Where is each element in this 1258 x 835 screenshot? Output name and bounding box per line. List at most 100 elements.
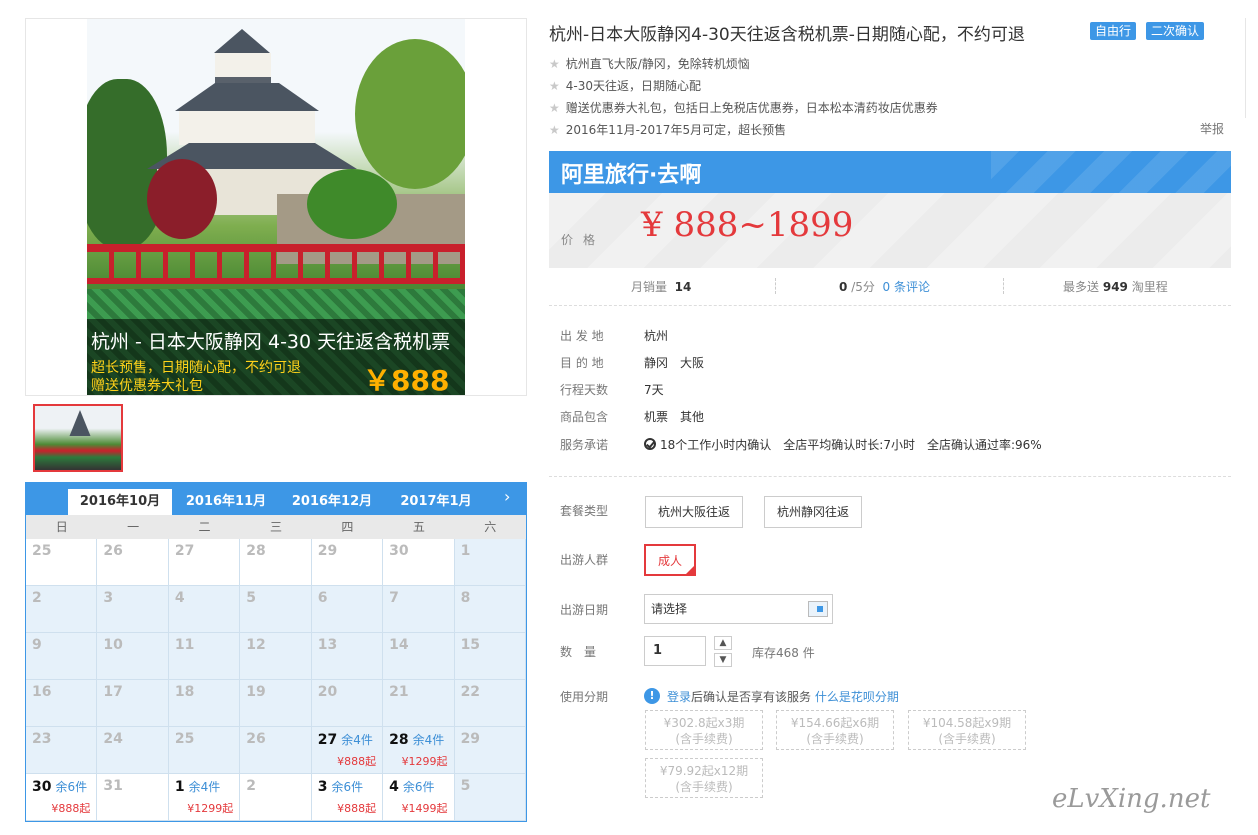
day-number: 25 <box>32 543 52 559</box>
installment-plan-6[interactable]: ¥154.66起x6期 (含手续费) <box>776 710 894 750</box>
installment-plan-9[interactable]: ¥104.58起x9期 (含手续费) <box>908 710 1026 750</box>
day-price: ¥888起 <box>337 802 377 815</box>
star-icon: ★ <box>549 79 560 93</box>
installment-note: 登录后确认是否享有该服务 什么是花呗分期 <box>667 688 899 705</box>
day-stock: 余6件 <box>55 780 88 794</box>
weekday: 六 <box>484 520 497 534</box>
weekday: 四 <box>341 520 354 534</box>
check-circle-icon <box>644 438 656 450</box>
info-departure: 出 发 地 杭州 <box>560 327 668 344</box>
day-stock: 余4件 <box>188 780 221 794</box>
price-label: 价格 <box>561 233 606 247</box>
calendar-day: 1 <box>454 539 526 586</box>
calendar-day: 23 <box>26 727 98 774</box>
quantity-input[interactable]: 1 <box>644 636 706 666</box>
image-caption-price: ￥888 <box>363 364 450 395</box>
tab-month-2017-01[interactable]: 2017年1月 <box>388 489 484 515</box>
main-product-image[interactable]: 杭州 - 日本大阪静冈 4-30 天往返含税机票 超长预售，日期随心配，不约可退… <box>25 18 527 396</box>
calendar-day: 26 <box>97 539 169 586</box>
calendar-day: 5 <box>240 586 312 633</box>
huabei-info-link[interactable]: 什么是花呗分期 <box>815 690 899 704</box>
plan-fee-note: (含手续费) <box>675 780 733 794</box>
quantity-increase-button[interactable]: ▲ <box>714 636 732 650</box>
day-number: 7 <box>389 590 399 606</box>
calendar-day: 21 <box>383 680 455 727</box>
castle-wall <box>215 53 271 83</box>
tab-month-2016-10[interactable]: 2016年10月 <box>68 489 172 515</box>
star-icon: ★ <box>549 57 560 71</box>
installment-text: 后确认是否享有该服务 <box>691 690 812 704</box>
image-caption-sub1: 超长预售，日期随心配，不约可退 <box>91 360 301 376</box>
package-option-osaka[interactable]: 杭州大阪往返 <box>645 496 744 528</box>
thumbnail-1[interactable] <box>33 404 123 472</box>
calendar-day: 25 <box>26 539 98 586</box>
day-number: 6 <box>317 590 328 606</box>
price-calendar: 2016年10月 2016年11月 2016年12月 2017年1月 › 日 一… <box>25 482 527 822</box>
feature-item: ★ 4-30天往返，日期随心配 <box>549 77 701 94</box>
calendar-weekdays: 日 一 二 三 四 五 六 <box>26 515 526 539</box>
report-link[interactable]: 举报 <box>1200 120 1224 137</box>
traveler-option-adult[interactable]: 成人 <box>644 544 697 576</box>
chevron-right-icon[interactable]: › <box>504 487 510 506</box>
day-number: 30 <box>32 779 52 795</box>
installment-plan-12[interactable]: ¥79.92起x12期 (含手续费) <box>645 758 763 798</box>
day-number: 13 <box>317 637 338 653</box>
calendar-day[interactable]: 28 余4件 ¥1299起 <box>383 727 455 774</box>
weekday: 二 <box>198 520 211 534</box>
day-number: 21 <box>389 684 409 700</box>
mileage-suffix: 淘里程 <box>1131 280 1168 294</box>
feature-text: 4-30天往返，日期随心配 <box>565 79 702 93</box>
day-number: 29 <box>317 543 338 559</box>
quantity-label: 数 量 <box>560 645 597 659</box>
calendar-day: 5 <box>454 774 526 821</box>
day-number: 28 <box>246 543 266 559</box>
scrollbar[interactable] <box>1245 18 1253 118</box>
calendar-day: 10 <box>97 633 169 680</box>
info-includes: 商品包含 机票 其他 <box>560 408 704 425</box>
calendar-day[interactable]: 1 余4件 ¥1299起 <box>168 774 241 821</box>
calendar-day[interactable]: 30 余6件 ¥888起 <box>26 774 98 821</box>
info-key: 商品包含 <box>560 410 609 424</box>
day-number: 5 <box>460 778 471 794</box>
calendar-icon[interactable] <box>808 601 828 617</box>
plan-fee-note: (含手续费) <box>675 732 733 746</box>
day-number: 26 <box>246 731 266 747</box>
package-option-shizuoka[interactable]: 杭州静冈往返 <box>764 496 863 528</box>
calendar-day[interactable]: 4 余6件 ¥1499起 <box>383 774 455 821</box>
calendar-day: 30 <box>383 539 455 586</box>
day-price: ¥888起 <box>337 755 377 768</box>
plan-amount: ¥302.8起x3期 <box>663 716 745 730</box>
weekday: 五 <box>412 520 425 534</box>
calendar-day: 19 <box>240 680 312 727</box>
login-link[interactable]: 登录 <box>667 690 691 704</box>
calendar-day: 27 <box>168 539 241 586</box>
day-stock: 余4件 <box>412 733 445 747</box>
feature-text: 2016年11月-2017年5月可定，超长预售 <box>565 123 787 137</box>
tree <box>307 169 397 239</box>
day-number: 4 <box>174 590 185 606</box>
day-number: 15 <box>460 637 481 653</box>
info-value: 7天 <box>644 383 664 397</box>
stock-count: 库存468 件 <box>752 646 815 660</box>
calendar-day: 29 <box>454 727 526 774</box>
rating-score: 0 <box>839 280 848 294</box>
reviews-link[interactable]: 0 条评论 <box>883 280 930 294</box>
info-key: 目 的 地 <box>560 356 604 370</box>
quantity-decrease-button[interactable]: ▼ <box>714 653 732 667</box>
day-number: 17 <box>103 684 123 700</box>
tab-month-2016-11[interactable]: 2016年11月 <box>176 489 276 515</box>
calendar-day: 28 <box>240 539 312 586</box>
price-range: ¥ 888~1899 <box>641 205 854 245</box>
day-number: 27 <box>174 543 195 559</box>
tab-month-2016-12[interactable]: 2016年12月 <box>282 489 382 515</box>
calendar-day: 6 <box>311 586 384 633</box>
installment-plan-3[interactable]: ¥302.8起x3期 (含手续费) <box>645 710 763 750</box>
calendar-day[interactable]: 27 余4件 ¥888起 <box>311 727 384 774</box>
weekday: 三 <box>269 520 282 534</box>
tag-independent-travel: 自由行 <box>1090 22 1137 40</box>
installment-label: 使用分期 <box>560 690 609 704</box>
tag-second-confirm: 二次确认 <box>1146 22 1205 40</box>
calendar-day[interactable]: 3 余6件 ¥888起 <box>311 774 384 821</box>
travel-date-picker[interactable]: 请选择 <box>644 594 833 624</box>
mileage: 最多送 949 淘里程 <box>1063 278 1168 295</box>
